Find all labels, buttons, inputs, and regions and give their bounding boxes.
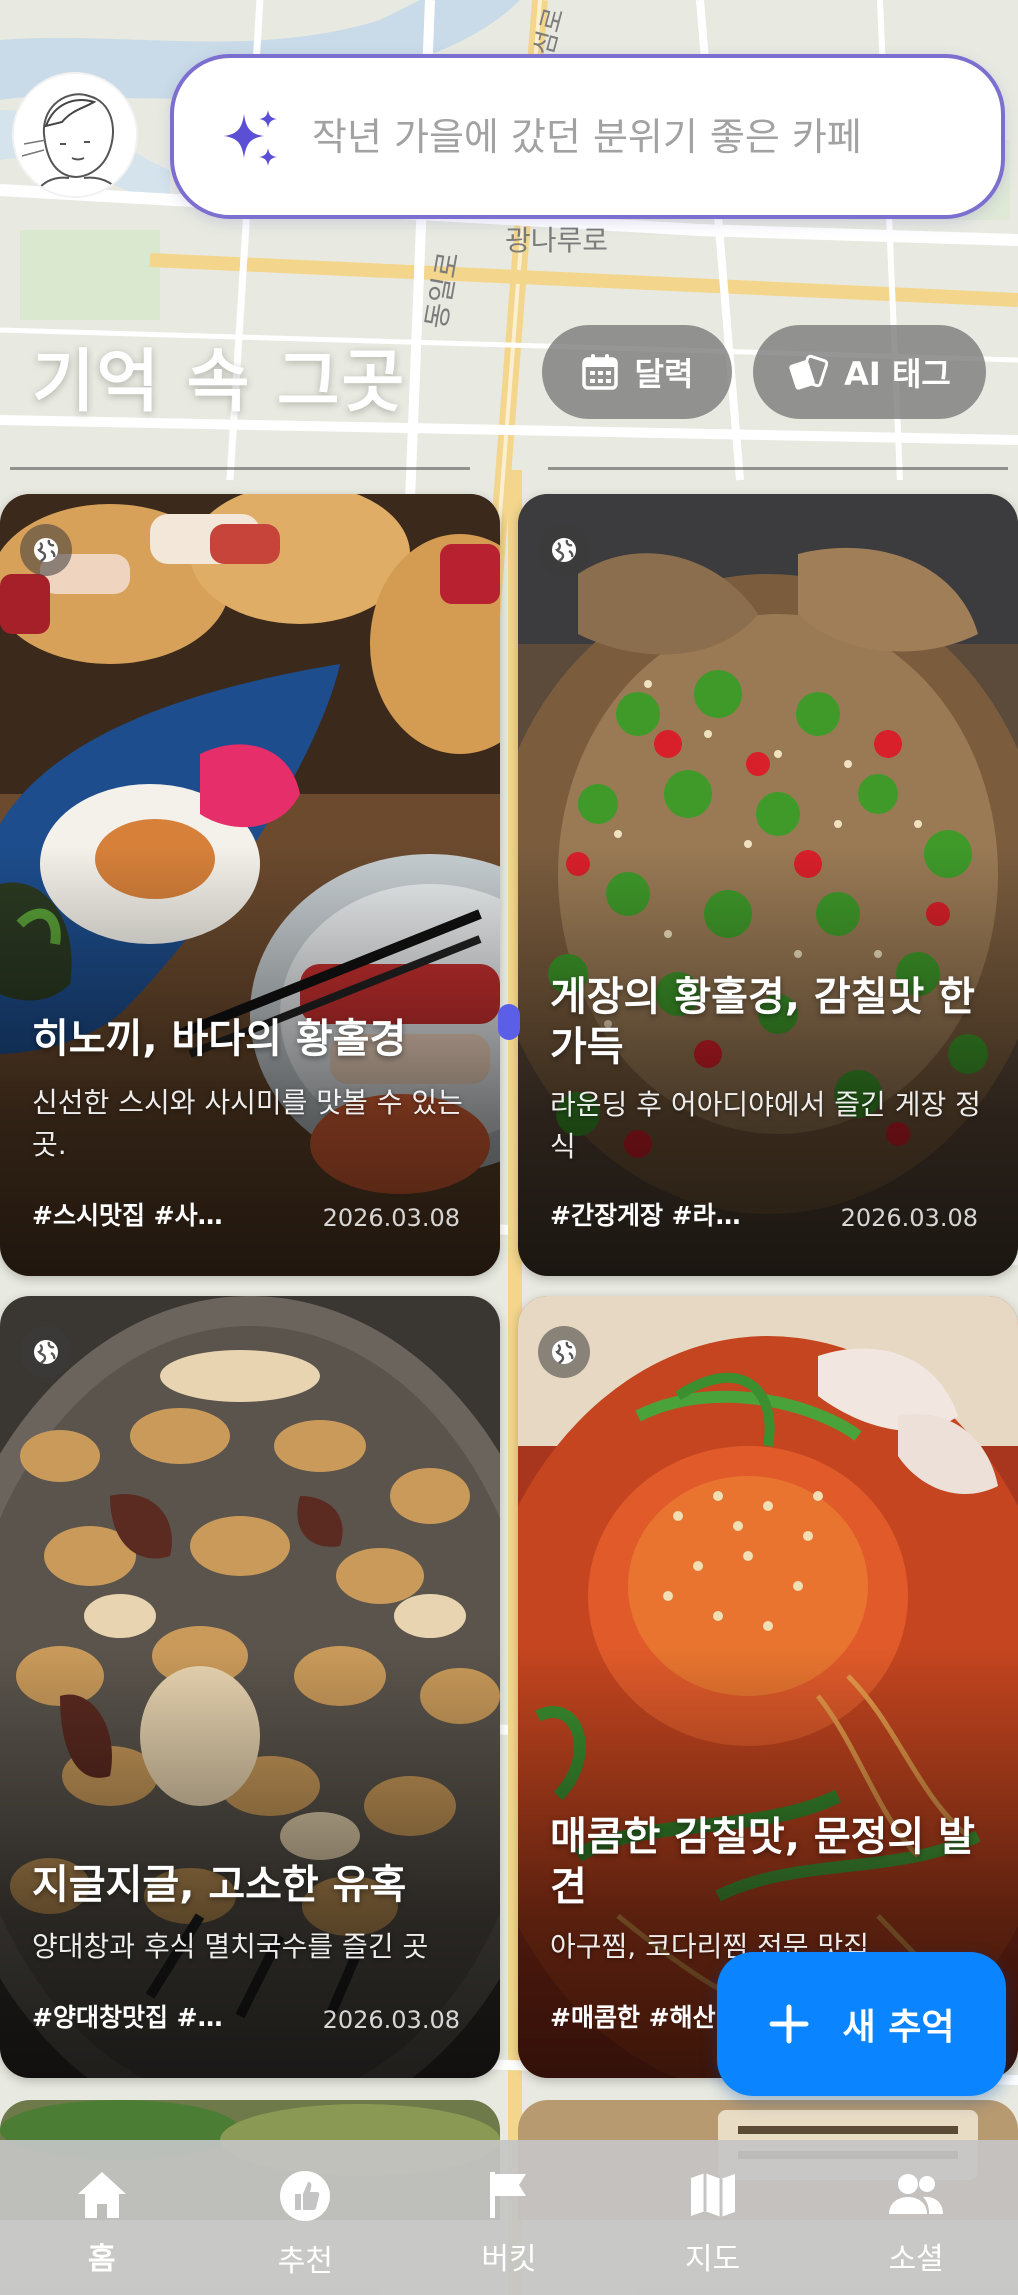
nav-label: 홈 xyxy=(87,2242,116,2277)
globe-icon xyxy=(34,1340,58,1364)
memory-card[interactable]: 히노끼, 바다의 황홀경 신선한 스시와 사시미를 맛볼 수 있는 곳. #스시… xyxy=(0,494,500,1276)
nav-item-home[interactable]: 홈 xyxy=(0,2140,204,2295)
card-date: 2026.03.08 xyxy=(322,1204,460,1232)
globe-icon xyxy=(552,538,576,562)
public-badge xyxy=(538,1326,590,1378)
card-date: 2026.03.08 xyxy=(840,1204,978,1232)
tag-icon xyxy=(789,354,829,390)
nav-label: 버킷 xyxy=(481,2242,537,2277)
divider xyxy=(548,467,1008,470)
card-description: 라운딩 후 어아디야에서 즐긴 게장 정식 xyxy=(550,1088,981,1163)
card-date: 2026.03.08 xyxy=(322,2006,460,2034)
flag-icon xyxy=(489,2172,526,2218)
public-badge xyxy=(538,524,590,576)
card-title: 매콤한 감칠맛, 문정의 발견 xyxy=(550,1814,975,1910)
card-tags: #간장게장 #라… xyxy=(550,1201,741,1230)
card-title: 지글지글, 고소한 유혹 xyxy=(32,1862,407,1908)
nav-item-social[interactable]: 소셜 xyxy=(814,2140,1018,2295)
ai-tag-button[interactable]: AI 태그 xyxy=(753,325,986,419)
map-label-road: 광나루로 xyxy=(505,224,608,257)
public-badge xyxy=(20,1326,72,1378)
calendar-button[interactable]: 달력 xyxy=(542,325,732,419)
globe-icon xyxy=(552,1340,576,1364)
scrollbar-thumb[interactable] xyxy=(498,1004,520,1040)
nav-label: 소셜 xyxy=(888,2242,944,2277)
bottom-navigation: 홈 추천 버킷 지도 소셜 xyxy=(0,2140,1018,2295)
search-bar[interactable] xyxy=(170,54,1005,219)
nav-label: 추천 xyxy=(277,2244,333,2279)
globe-icon xyxy=(34,538,58,562)
memory-card[interactable]: 지글지글, 고소한 유혹 양대창과 후식 멸치국수를 즐긴 곳 #양대창맛집 #… xyxy=(0,1296,500,2078)
people-icon xyxy=(889,2174,944,2214)
card-description: 양대창과 후식 멸치국수를 즐긴 곳 xyxy=(32,1930,429,1963)
sparkle-icon xyxy=(224,110,277,166)
card-tags: #스시맛집 #사… xyxy=(32,1201,223,1230)
new-memory-label: 새 추억 xyxy=(842,2007,955,2048)
search-input[interactable] xyxy=(312,98,972,176)
home-icon xyxy=(77,2172,126,2218)
ai-tag-button-label: AI 태그 xyxy=(844,355,951,393)
plus-icon xyxy=(769,2004,809,2044)
map-icon xyxy=(690,2173,735,2217)
card-title: 게장의 황홀경, 감칠맛 한가득 xyxy=(550,974,975,1070)
divider xyxy=(10,467,470,470)
card-description: 신선한 스시와 사시미를 맛볼 수 있는 곳. xyxy=(32,1086,463,1161)
calendar-button-label: 달력 xyxy=(634,355,694,393)
calendar-icon xyxy=(581,354,618,390)
nav-item-map[interactable]: 지도 xyxy=(611,2140,815,2295)
public-badge xyxy=(20,524,72,576)
nav-item-recommend[interactable]: 추천 xyxy=(204,2140,408,2295)
card-title: 히노끼, 바다의 황홀경 xyxy=(32,1016,407,1062)
page-title: 기억 속 그곳 xyxy=(32,343,407,422)
memory-card[interactable]: 게장의 황홀경, 감칠맛 한가득 라운딩 후 어아디야에서 즐긴 게장 정식 #… xyxy=(518,494,1018,1276)
nav-label: 지도 xyxy=(684,2242,741,2277)
new-memory-button[interactable]: 새 추억 xyxy=(717,1952,1006,2096)
thumb-up-icon xyxy=(280,2171,331,2221)
card-tags: #양대창맛집 #… xyxy=(32,2003,223,2032)
nav-item-bucket[interactable]: 버킷 xyxy=(407,2140,611,2295)
avatar[interactable] xyxy=(12,72,138,198)
